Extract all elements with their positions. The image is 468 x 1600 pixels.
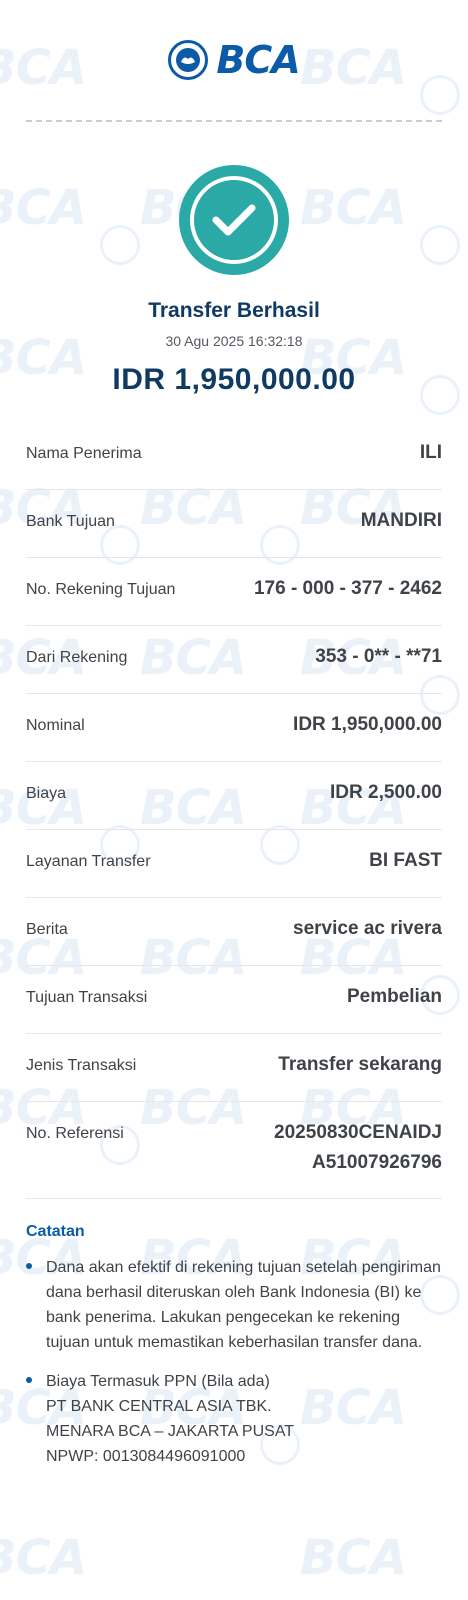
detail-row-source-account: Dari Rekening 353 - 0** - **71 [26,626,442,694]
detail-label: Bank Tujuan [26,513,115,530]
detail-row-destination-bank: Bank Tujuan MANDIRI [26,490,442,558]
status-title: Transfer Berhasil [148,299,320,322]
transaction-datetime: 30 Agu 2025 16:32:18 [165,333,303,349]
header: BCA [0,0,468,120]
detail-label: No. Rekening Tujuan [26,581,176,598]
detail-row-destination-account: No. Rekening Tujuan 176 - 000 - 377 - 24… [26,558,442,626]
detail-value: 20250830CENAIDJ A51007926796 [274,1122,442,1173]
detail-label: Biaya [26,785,67,802]
detail-label: Berita [26,921,68,938]
detail-value: 176 - 000 - 377 - 2462 [253,578,442,599]
detail-value: ILI [419,442,442,463]
note-item: Dana akan efektif di rekening tujuan set… [26,1255,442,1355]
detail-value: 353 - 0** - **71 [315,646,442,667]
detail-value: Transfer sekarang [278,1054,442,1075]
detail-row-recipient-name: Nama Penerima ILI [26,422,442,490]
notes-title: Catatan [26,1223,85,1240]
detail-row-nominal: Nominal IDR 1,950,000.00 [26,694,442,762]
details-list: Nama Penerima ILI Bank Tujuan MANDIRI No… [26,422,442,1199]
detail-label: Nominal [26,717,85,734]
detail-label: No. Referensi [26,1125,124,1142]
detail-label: Jenis Transaksi [26,1057,137,1074]
detail-row-fee: Biaya IDR 2,500.00 [26,762,442,830]
detail-value: IDR 1,950,000.00 [293,714,442,735]
detail-value: IDR 2,500.00 [330,782,442,803]
detail-value: MANDIRI [360,510,442,531]
detail-label: Dari Rekening [26,649,128,666]
dashed-divider [26,120,442,122]
detail-value: Pembelian [346,986,442,1007]
detail-row-message: Berita service ac rivera [26,898,442,966]
detail-value: service ac rivera [293,918,442,939]
note-text: Biaya Termasuk PPN (Bila ada) PT BANK CE… [46,1373,295,1465]
note-item: Biaya Termasuk PPN (Bila ada) PT BANK CE… [26,1369,442,1469]
brand-name: BCA [216,38,300,82]
detail-value: BI FAST [369,850,442,871]
detail-row-transaction-purpose: Tujuan Transaksi Pembelian [26,966,442,1034]
bca-logo-icon [168,40,209,80]
detail-label: Tujuan Transaksi [26,989,148,1006]
detail-row-transfer-service: Layanan Transfer BI FAST [26,830,442,898]
note-text: Dana akan efektif di rekening tujuan set… [46,1259,441,1351]
detail-row-transaction-type: Jenis Transaksi Transfer sekarang [26,1034,442,1102]
bullet-icon [26,1377,32,1383]
transfer-amount: IDR 1,950,000.00 [112,363,356,396]
detail-label: Layanan Transfer [26,853,151,870]
bullet-icon [26,1263,32,1269]
detail-row-reference-number: No. Referensi 20250830CENAIDJ A510079267… [26,1102,442,1199]
detail-label: Nama Penerima [26,445,142,462]
notes-section: Catatan Dana akan efektif di rekening tu… [26,1223,442,1469]
check-circle-icon [179,165,289,275]
